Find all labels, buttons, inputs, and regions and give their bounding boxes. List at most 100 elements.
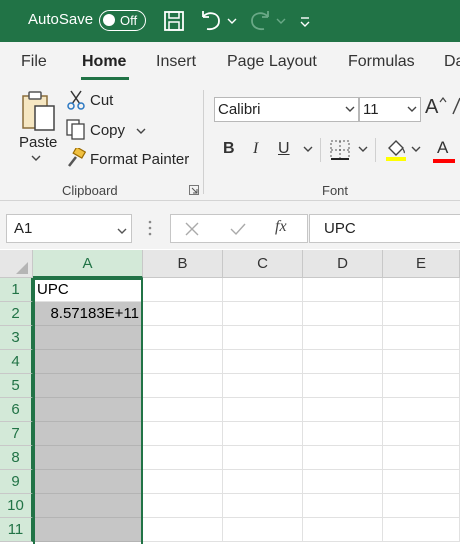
row-header-5[interactable]: 5 <box>0 374 33 398</box>
customize-qat-icon[interactable] <box>298 9 312 33</box>
shrink-font-icon[interactable] <box>452 96 460 116</box>
more-options-icon[interactable] <box>148 220 152 236</box>
font-color-button[interactable]: A <box>437 138 448 158</box>
cell-a8[interactable] <box>33 446 143 470</box>
tab-file[interactable]: File <box>21 53 47 71</box>
cell-d9[interactable] <box>303 470 383 494</box>
cell-b5[interactable] <box>143 374 223 398</box>
column-header-b[interactable]: B <box>143 250 223 278</box>
cell-e11[interactable] <box>383 518 460 542</box>
paste-label[interactable]: Paste <box>19 134 57 151</box>
underline-button[interactable]: U <box>278 140 290 158</box>
cell-d10[interactable] <box>303 494 383 518</box>
cell-c5[interactable] <box>223 374 303 398</box>
cell-b8[interactable] <box>143 446 223 470</box>
cell-a6[interactable] <box>33 398 143 422</box>
borders-dropdown-icon[interactable] <box>358 145 368 153</box>
chevron-down-icon[interactable] <box>117 223 127 241</box>
cell-d2[interactable] <box>303 302 383 326</box>
cut-icon[interactable] <box>67 90 85 110</box>
row-header-4[interactable]: 4 <box>0 350 33 374</box>
cell-a7[interactable] <box>33 422 143 446</box>
copy-dropdown-icon[interactable] <box>136 127 146 135</box>
grow-font-button[interactable]: A <box>425 96 438 119</box>
cell-c4[interactable] <box>223 350 303 374</box>
cell-e10[interactable] <box>383 494 460 518</box>
bold-button[interactable]: B <box>223 140 235 158</box>
cell-c1[interactable] <box>223 278 303 302</box>
column-header-a[interactable]: A <box>33 250 143 278</box>
format-painter-label[interactable]: Format Painter <box>90 151 189 168</box>
row-header-8[interactable]: 8 <box>0 446 33 470</box>
row-header-1[interactable]: 1 <box>0 278 33 302</box>
column-header-d[interactable]: D <box>303 250 383 278</box>
cell-d1[interactable] <box>303 278 383 302</box>
cell-b10[interactable] <box>143 494 223 518</box>
cell-b7[interactable] <box>143 422 223 446</box>
cell-a2[interactable]: 8.57183E+11 <box>33 302 143 326</box>
enter-icon[interactable] <box>229 221 247 237</box>
cell-b6[interactable] <box>143 398 223 422</box>
cell-d11[interactable] <box>303 518 383 542</box>
row-header-11[interactable]: 11 <box>0 518 33 542</box>
cell-b1[interactable] <box>143 278 223 302</box>
clipboard-launcher-icon[interactable] <box>189 185 199 195</box>
italic-button[interactable]: I <box>253 140 258 158</box>
tab-data[interactable]: Da <box>444 53 460 71</box>
cell-e2[interactable] <box>383 302 460 326</box>
cell-c10[interactable] <box>223 494 303 518</box>
cell-c6[interactable] <box>223 398 303 422</box>
name-box[interactable]: A1 <box>6 214 132 243</box>
cell-d7[interactable] <box>303 422 383 446</box>
cell-a11[interactable] <box>33 518 143 542</box>
borders-icon[interactable] <box>330 140 350 160</box>
cell-b9[interactable] <box>143 470 223 494</box>
underline-dropdown-icon[interactable] <box>303 145 313 153</box>
cell-c7[interactable] <box>223 422 303 446</box>
cell-a1[interactable]: UPC <box>33 278 143 302</box>
insert-function-button[interactable]: fx <box>275 218 287 236</box>
undo-icon[interactable] <box>199 9 239 33</box>
fill-color-dropdown-icon[interactable] <box>411 145 421 153</box>
cell-e4[interactable] <box>383 350 460 374</box>
cell-e5[interactable] <box>383 374 460 398</box>
save-icon[interactable] <box>163 9 185 33</box>
paste-icon[interactable] <box>20 90 58 132</box>
font-name-select[interactable]: Calibri <box>214 97 359 122</box>
row-header-7[interactable]: 7 <box>0 422 33 446</box>
cell-d8[interactable] <box>303 446 383 470</box>
format-painter-icon[interactable] <box>66 148 86 168</box>
cell-e6[interactable] <box>383 398 460 422</box>
cell-b3[interactable] <box>143 326 223 350</box>
cell-a4[interactable] <box>33 350 143 374</box>
cell-c3[interactable] <box>223 326 303 350</box>
cell-a5[interactable] <box>33 374 143 398</box>
cell-d6[interactable] <box>303 398 383 422</box>
row-header-3[interactable]: 3 <box>0 326 33 350</box>
cell-c9[interactable] <box>223 470 303 494</box>
fill-color-icon[interactable] <box>385 138 407 162</box>
row-header-9[interactable]: 9 <box>0 470 33 494</box>
row-header-10[interactable]: 10 <box>0 494 33 518</box>
cell-b4[interactable] <box>143 350 223 374</box>
cell-a9[interactable] <box>33 470 143 494</box>
tab-formulas[interactable]: Formulas <box>348 53 415 71</box>
cell-a10[interactable] <box>33 494 143 518</box>
tab-home[interactable]: Home <box>82 53 126 71</box>
cell-e8[interactable] <box>383 446 460 470</box>
tab-page-layout[interactable]: Page Layout <box>227 53 317 71</box>
tab-insert[interactable]: Insert <box>156 53 196 71</box>
cell-e1[interactable] <box>383 278 460 302</box>
cell-a3[interactable] <box>33 326 143 350</box>
cell-c2[interactable] <box>223 302 303 326</box>
select-all-button[interactable] <box>0 250 33 278</box>
cell-b11[interactable] <box>143 518 223 542</box>
cell-d3[interactable] <box>303 326 383 350</box>
cell-b2[interactable] <box>143 302 223 326</box>
cell-c8[interactable] <box>223 446 303 470</box>
cut-label[interactable]: Cut <box>90 92 113 109</box>
copy-label[interactable]: Copy <box>90 122 125 139</box>
cancel-icon[interactable] <box>184 221 200 237</box>
cell-e9[interactable] <box>383 470 460 494</box>
copy-icon[interactable] <box>66 119 86 141</box>
